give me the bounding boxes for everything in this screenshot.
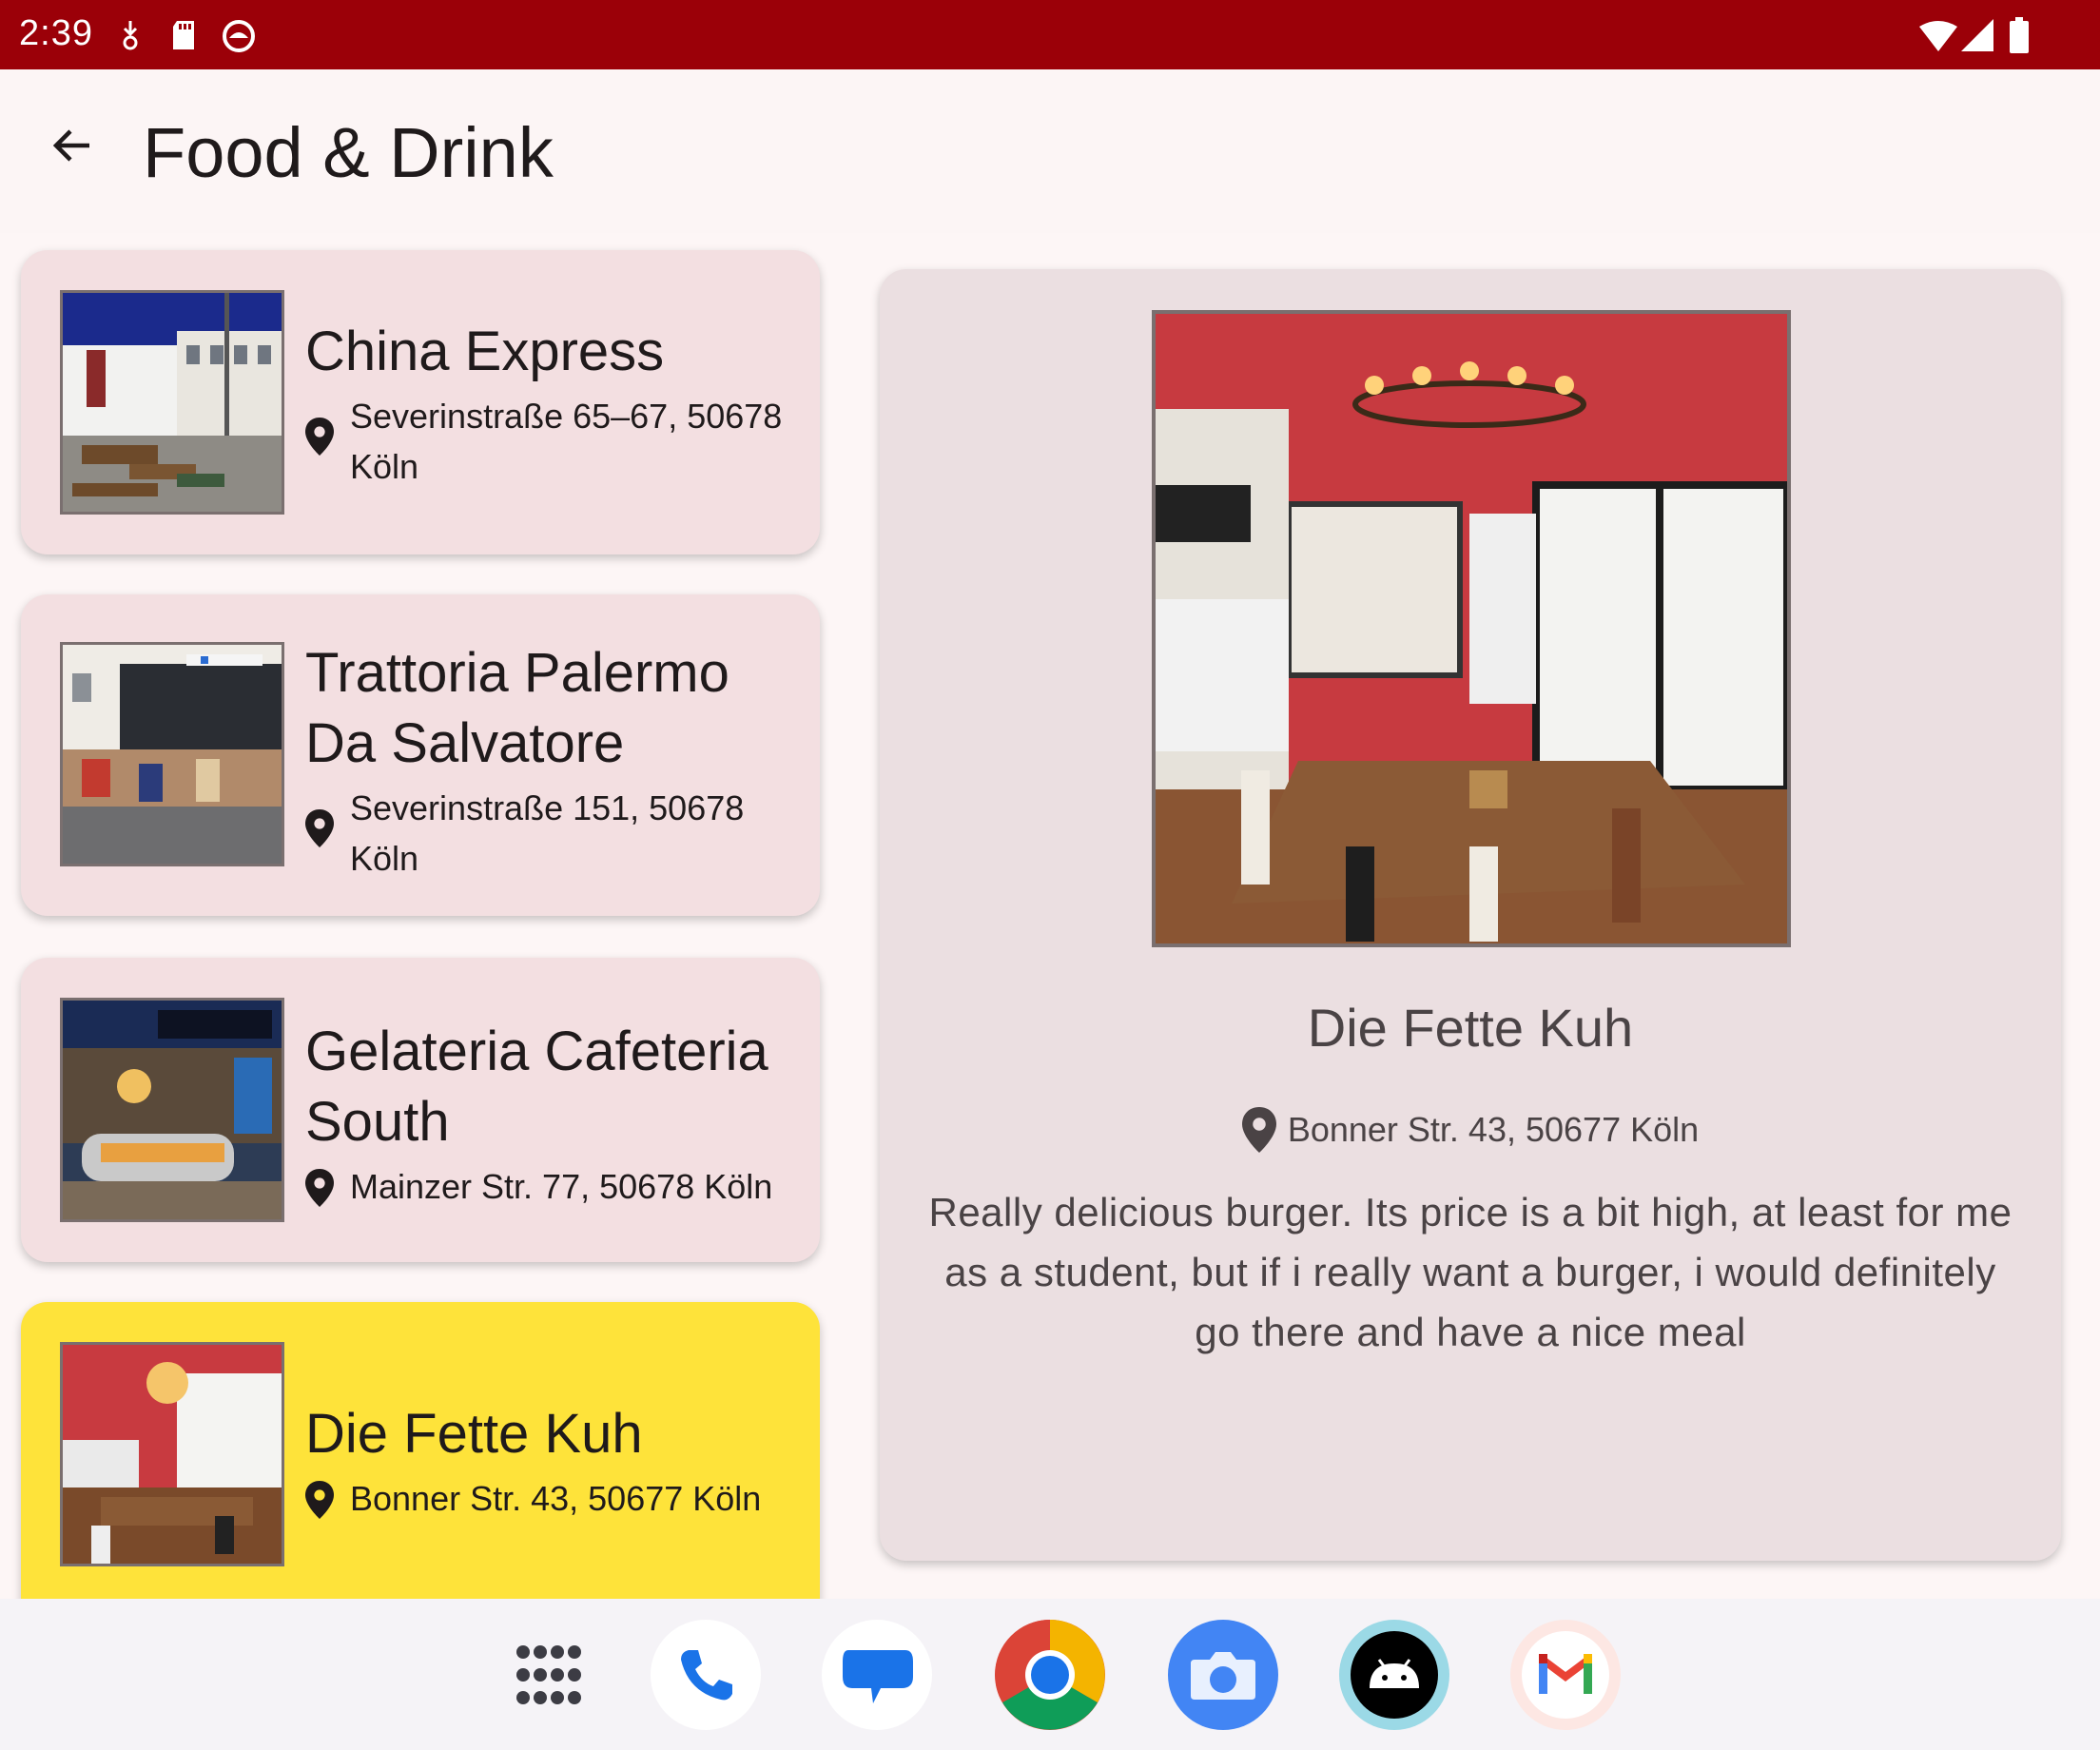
location-pin-icon [305, 418, 334, 456]
camera-icon [1191, 1652, 1255, 1700]
restaurant-address: Bonner Str. 43, 50677 Köln [305, 1473, 801, 1524]
arrow-back-icon [52, 129, 89, 162]
gmail-app[interactable] [1510, 1620, 1621, 1730]
address-text: Mainzer Str. 77, 50678 Köln [350, 1167, 773, 1206]
detail-address: Bonner Str. 43, 50677 Köln [880, 1106, 2061, 1154]
messages-app[interactable] [822, 1620, 932, 1730]
gmail-icon [1522, 1631, 1609, 1719]
page-title: Food & Drink [143, 113, 554, 192]
detail-photo [1152, 310, 1791, 947]
location-pin-icon [305, 1169, 334, 1207]
camera-app[interactable] [1168, 1620, 1278, 1730]
android-app[interactable] [1339, 1620, 1449, 1730]
chrome-app[interactable] [995, 1620, 1105, 1730]
restaurant-address: Mainzer Str. 77, 50678 Köln [305, 1161, 801, 1212]
download-icon [123, 21, 138, 50]
detail-pane: Die Fette Kuh Bonner Str. 43, 50677 Köln… [880, 269, 2061, 1561]
restaurant-thumbnail [60, 998, 284, 1222]
chrome-icon [995, 1620, 1105, 1730]
list-item-selected[interactable]: Die Fette Kuh Bonner Str. 43, 50677 Köln [21, 1302, 820, 1599]
restaurant-thumbnail [60, 290, 284, 515]
list-item[interactable]: Trattoria Palermo Da Salvatore Severinst… [21, 594, 820, 916]
restaurant-thumbnail [60, 1342, 284, 1566]
restaurant-address: Severinstraße 65–67, 50678 Köln [305, 391, 801, 492]
messages-icon [843, 1650, 913, 1703]
restaurant-address: Severinstraße 151, 50678 Köln [305, 783, 801, 884]
cell-signal-icon [1961, 19, 1993, 51]
status-bar: 2:39 [0, 0, 2100, 69]
list-item[interactable]: Gelateria Cafeteria South Mainzer Str. 7… [21, 958, 820, 1262]
location-pin-icon [1241, 1107, 1276, 1153]
restaurant-name: Trattoria Palermo Da Salvatore [305, 642, 729, 774]
app-drawer-icon [516, 1645, 581, 1704]
detail-description: Really delicious burger. Its price is a … [928, 1190, 2012, 1354]
phone-app[interactable] [651, 1620, 761, 1730]
app-bar: Food & Drink [0, 69, 2100, 233]
android-icon [1351, 1631, 1438, 1719]
list-item[interactable]: China Express Severinstraße 65–67, 50678… [21, 250, 820, 554]
back-button[interactable] [34, 107, 110, 184]
phone-icon [681, 1650, 732, 1701]
restaurant-name: China Express [305, 321, 665, 382]
detail-title: Die Fette Kuh [1307, 998, 1634, 1058]
restaurant-name: Die Fette Kuh [305, 1403, 643, 1465]
restaurant-name: Gelateria Cafeteria South [305, 1021, 768, 1153]
address-text: Bonner Str. 43, 50677 Köln [350, 1479, 762, 1518]
status-time: 2:39 [19, 13, 93, 53]
restaurant-list[interactable]: China Express Severinstraße 65–67, 50678… [0, 233, 837, 1599]
address-text: Severinstraße 65–67, 50678 Köln [350, 397, 783, 486]
location-pin-icon [305, 1481, 334, 1519]
android-face-icon [223, 20, 255, 52]
sd-card-icon [173, 21, 194, 49]
restaurant-thumbnail [60, 642, 284, 866]
address-text: Severinstraße 151, 50678 Köln [350, 788, 745, 878]
app-drawer-button[interactable] [493, 1620, 603, 1730]
wifi-icon [1919, 21, 1957, 51]
app-dock [0, 1599, 2100, 1750]
location-pin-icon [305, 809, 334, 847]
detail-address-text: Bonner Str. 43, 50677 Köln [1287, 1110, 1700, 1149]
battery-icon [2010, 17, 2029, 53]
